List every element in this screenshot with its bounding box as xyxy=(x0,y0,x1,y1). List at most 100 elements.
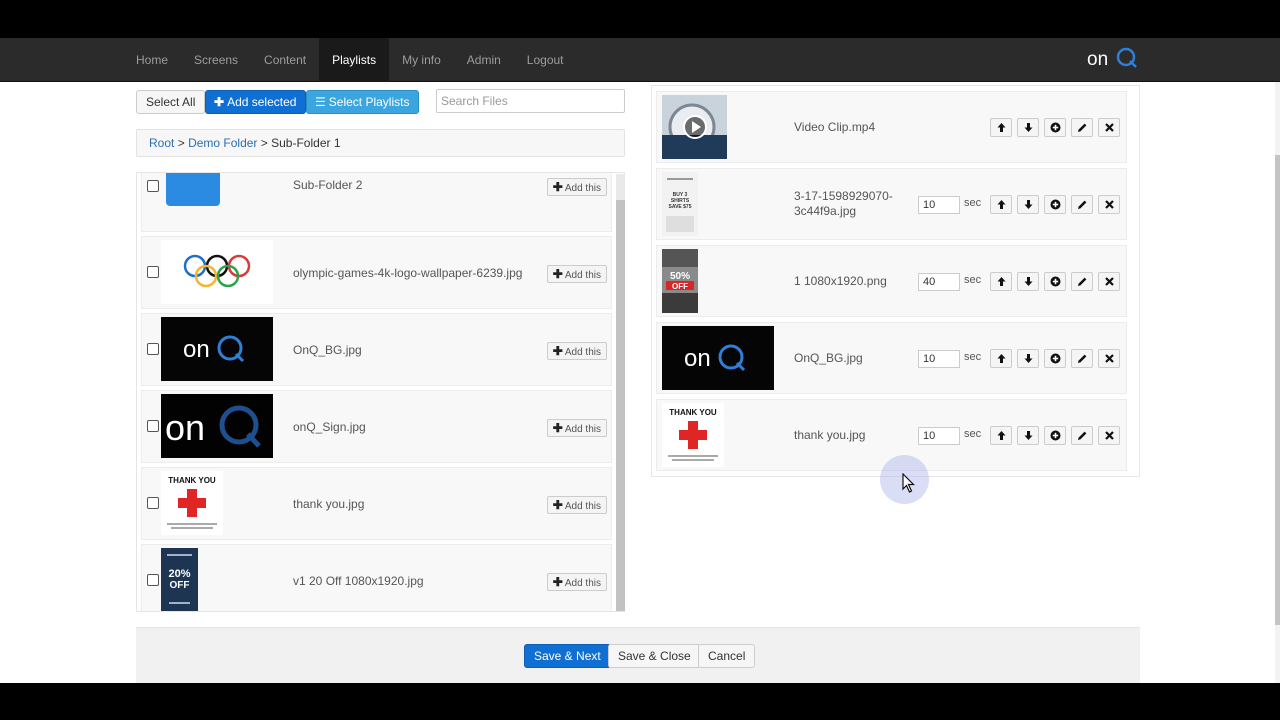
poster-off: OFF xyxy=(170,580,190,591)
cancel-button[interactable]: Cancel xyxy=(698,644,756,668)
arrow-up-icon xyxy=(997,431,1005,440)
plus-icon: ✚ xyxy=(552,575,563,589)
playlist-item-name: 1 1080x1920.png xyxy=(794,274,887,288)
file-row[interactable]: 20% OFF v1 20 Off 1080x1920.jpg ✚ Add thi… xyxy=(141,544,612,611)
playlist-item[interactable]: BUY 3 SHIRTS SAVE $75 3-17-1598929070-3c44… xyxy=(656,168,1127,240)
select-all-button[interactable]: Select All xyxy=(136,90,206,114)
remove-button[interactable] xyxy=(1098,195,1120,214)
plus-circle-icon xyxy=(1050,353,1060,364)
edit-button[interactable] xyxy=(1071,195,1093,214)
close-icon xyxy=(1104,354,1114,363)
nav-admin[interactable]: Admin xyxy=(454,38,514,82)
arrow-down-icon xyxy=(1024,200,1032,209)
nav-menu: Home Screens Content Playlists My info A… xyxy=(123,38,577,82)
schedule-button[interactable] xyxy=(1044,118,1066,137)
remove-button[interactable] xyxy=(1098,349,1120,368)
duration-input[interactable] xyxy=(918,273,960,291)
file-row[interactable]: on onQ_Sign.jpg ✚ Add this xyxy=(141,390,612,463)
add-this-button[interactable]: ✚ Add this xyxy=(546,419,607,437)
duration-input[interactable] xyxy=(918,196,960,214)
arrow-up-icon xyxy=(997,200,1005,209)
playlist-item[interactable]: Video Clip.mp4 xyxy=(656,91,1127,163)
remove-button[interactable] xyxy=(1098,272,1120,291)
page-scrollbar-thumb[interactable] xyxy=(1275,155,1280,625)
playlist-item[interactable]: on OnQ_BG.jpg sec xyxy=(656,322,1127,394)
schedule-button[interactable] xyxy=(1044,195,1066,214)
svg-text:on: on xyxy=(165,407,205,448)
move-up-button[interactable] xyxy=(990,272,1012,291)
move-down-button[interactable] xyxy=(1017,349,1039,368)
close-icon xyxy=(1104,200,1114,209)
svg-text:on: on xyxy=(1087,49,1108,70)
row-checkbox[interactable] xyxy=(147,574,159,586)
duration-input[interactable] xyxy=(918,427,960,445)
remove-button[interactable] xyxy=(1098,426,1120,445)
schedule-button[interactable] xyxy=(1044,426,1066,445)
file-row[interactable]: Sub-Folder 2 ✚ Add this xyxy=(141,173,612,232)
move-up-button[interactable] xyxy=(990,195,1012,214)
nav-screens[interactable]: Screens xyxy=(181,38,251,82)
plus-icon: ✚ xyxy=(552,421,563,435)
move-down-button[interactable] xyxy=(1017,272,1039,291)
video-thumbnail xyxy=(662,95,727,159)
add-this-button[interactable]: ✚ Add this xyxy=(546,265,607,283)
plus-circle-icon xyxy=(1050,276,1060,287)
row-checkbox[interactable] xyxy=(147,180,159,192)
playlist-item-name: thank you.jpg xyxy=(794,428,866,442)
plus-icon: ✚ xyxy=(552,267,563,281)
form-footer: Save & Next Save & Close Cancel xyxy=(136,627,1140,683)
file-row[interactable]: THANK YOU thank you.jpg ✚ Add this xyxy=(141,467,612,540)
move-up-button[interactable] xyxy=(990,426,1012,445)
move-up-button[interactable] xyxy=(990,118,1012,137)
nav-logout[interactable]: Logout xyxy=(514,38,577,82)
edit-button[interactable] xyxy=(1071,349,1093,368)
file-row[interactable]: on OnQ_BG.jpg ✚ Add this xyxy=(141,313,612,386)
shirts-poster-thumbnail: BUY 3 SHIRTS SAVE $75 xyxy=(662,172,698,236)
playlist-item-name: OnQ_BG.jpg xyxy=(794,351,863,365)
row-checkbox[interactable] xyxy=(147,420,159,432)
move-down-button[interactable] xyxy=(1017,118,1039,137)
duration-input[interactable] xyxy=(918,350,960,368)
save-next-button[interactable]: Save & Next xyxy=(524,644,611,668)
row-checkbox[interactable] xyxy=(147,266,159,278)
file-name: olympic-games-4k-logo-wallpaper-6239.jpg xyxy=(293,266,523,280)
file-row[interactable]: olympic-games-4k-logo-wallpaper-6239.jpg… xyxy=(141,236,612,309)
move-down-button[interactable] xyxy=(1017,426,1039,445)
row-checkbox[interactable] xyxy=(147,497,159,509)
move-down-button[interactable] xyxy=(1017,195,1039,214)
edit-button[interactable] xyxy=(1071,272,1093,291)
nav-playlists[interactable]: Playlists xyxy=(319,38,390,82)
move-up-button[interactable] xyxy=(990,349,1012,368)
breadcrumb-demo-folder[interactable]: Demo Folder xyxy=(188,136,257,150)
onq-logo[interactable]: on xyxy=(1086,44,1146,74)
add-this-button[interactable]: ✚ Add this xyxy=(546,178,607,196)
plus-icon: ✚ xyxy=(552,180,563,194)
svg-text:on: on xyxy=(183,336,210,363)
arrow-down-icon xyxy=(1024,277,1032,286)
close-icon xyxy=(1104,123,1114,132)
nav-my-info[interactable]: My info xyxy=(389,38,454,82)
breadcrumb-root[interactable]: Root xyxy=(149,136,174,150)
schedule-button[interactable] xyxy=(1044,349,1066,368)
save-close-button[interactable]: Save & Close xyxy=(608,644,701,668)
add-this-label: Add this xyxy=(564,578,601,589)
playlist-panel: Video Clip.mp4 BUY 3 SHIRTS SAVE $75 3-17-… xyxy=(651,85,1140,477)
add-selected-button[interactable]: ✚ Add selected xyxy=(205,90,307,114)
schedule-button[interactable] xyxy=(1044,272,1066,291)
search-files-input[interactable] xyxy=(436,89,625,113)
edit-button[interactable] xyxy=(1071,426,1093,445)
add-this-button[interactable]: ✚ Add this xyxy=(546,573,607,591)
sec-label: sec xyxy=(964,428,982,440)
nav-content[interactable]: Content xyxy=(251,38,319,82)
arrow-up-icon xyxy=(997,277,1005,286)
nav-home[interactable]: Home xyxy=(123,38,181,82)
playlist-item[interactable]: 50% OFF 1 1080x1920.png sec xyxy=(656,245,1127,317)
remove-button[interactable] xyxy=(1098,118,1120,137)
add-this-button[interactable]: ✚ Add this xyxy=(546,496,607,514)
select-playlists-button[interactable]: ☰ Select Playlists xyxy=(306,90,420,114)
thank-you-thumbnail: THANK YOU xyxy=(161,471,223,535)
row-checkbox[interactable] xyxy=(147,343,159,355)
file-list-scrollbar-thumb[interactable] xyxy=(616,200,625,611)
edit-button[interactable] xyxy=(1071,118,1093,137)
add-this-button[interactable]: ✚ Add this xyxy=(546,342,607,360)
